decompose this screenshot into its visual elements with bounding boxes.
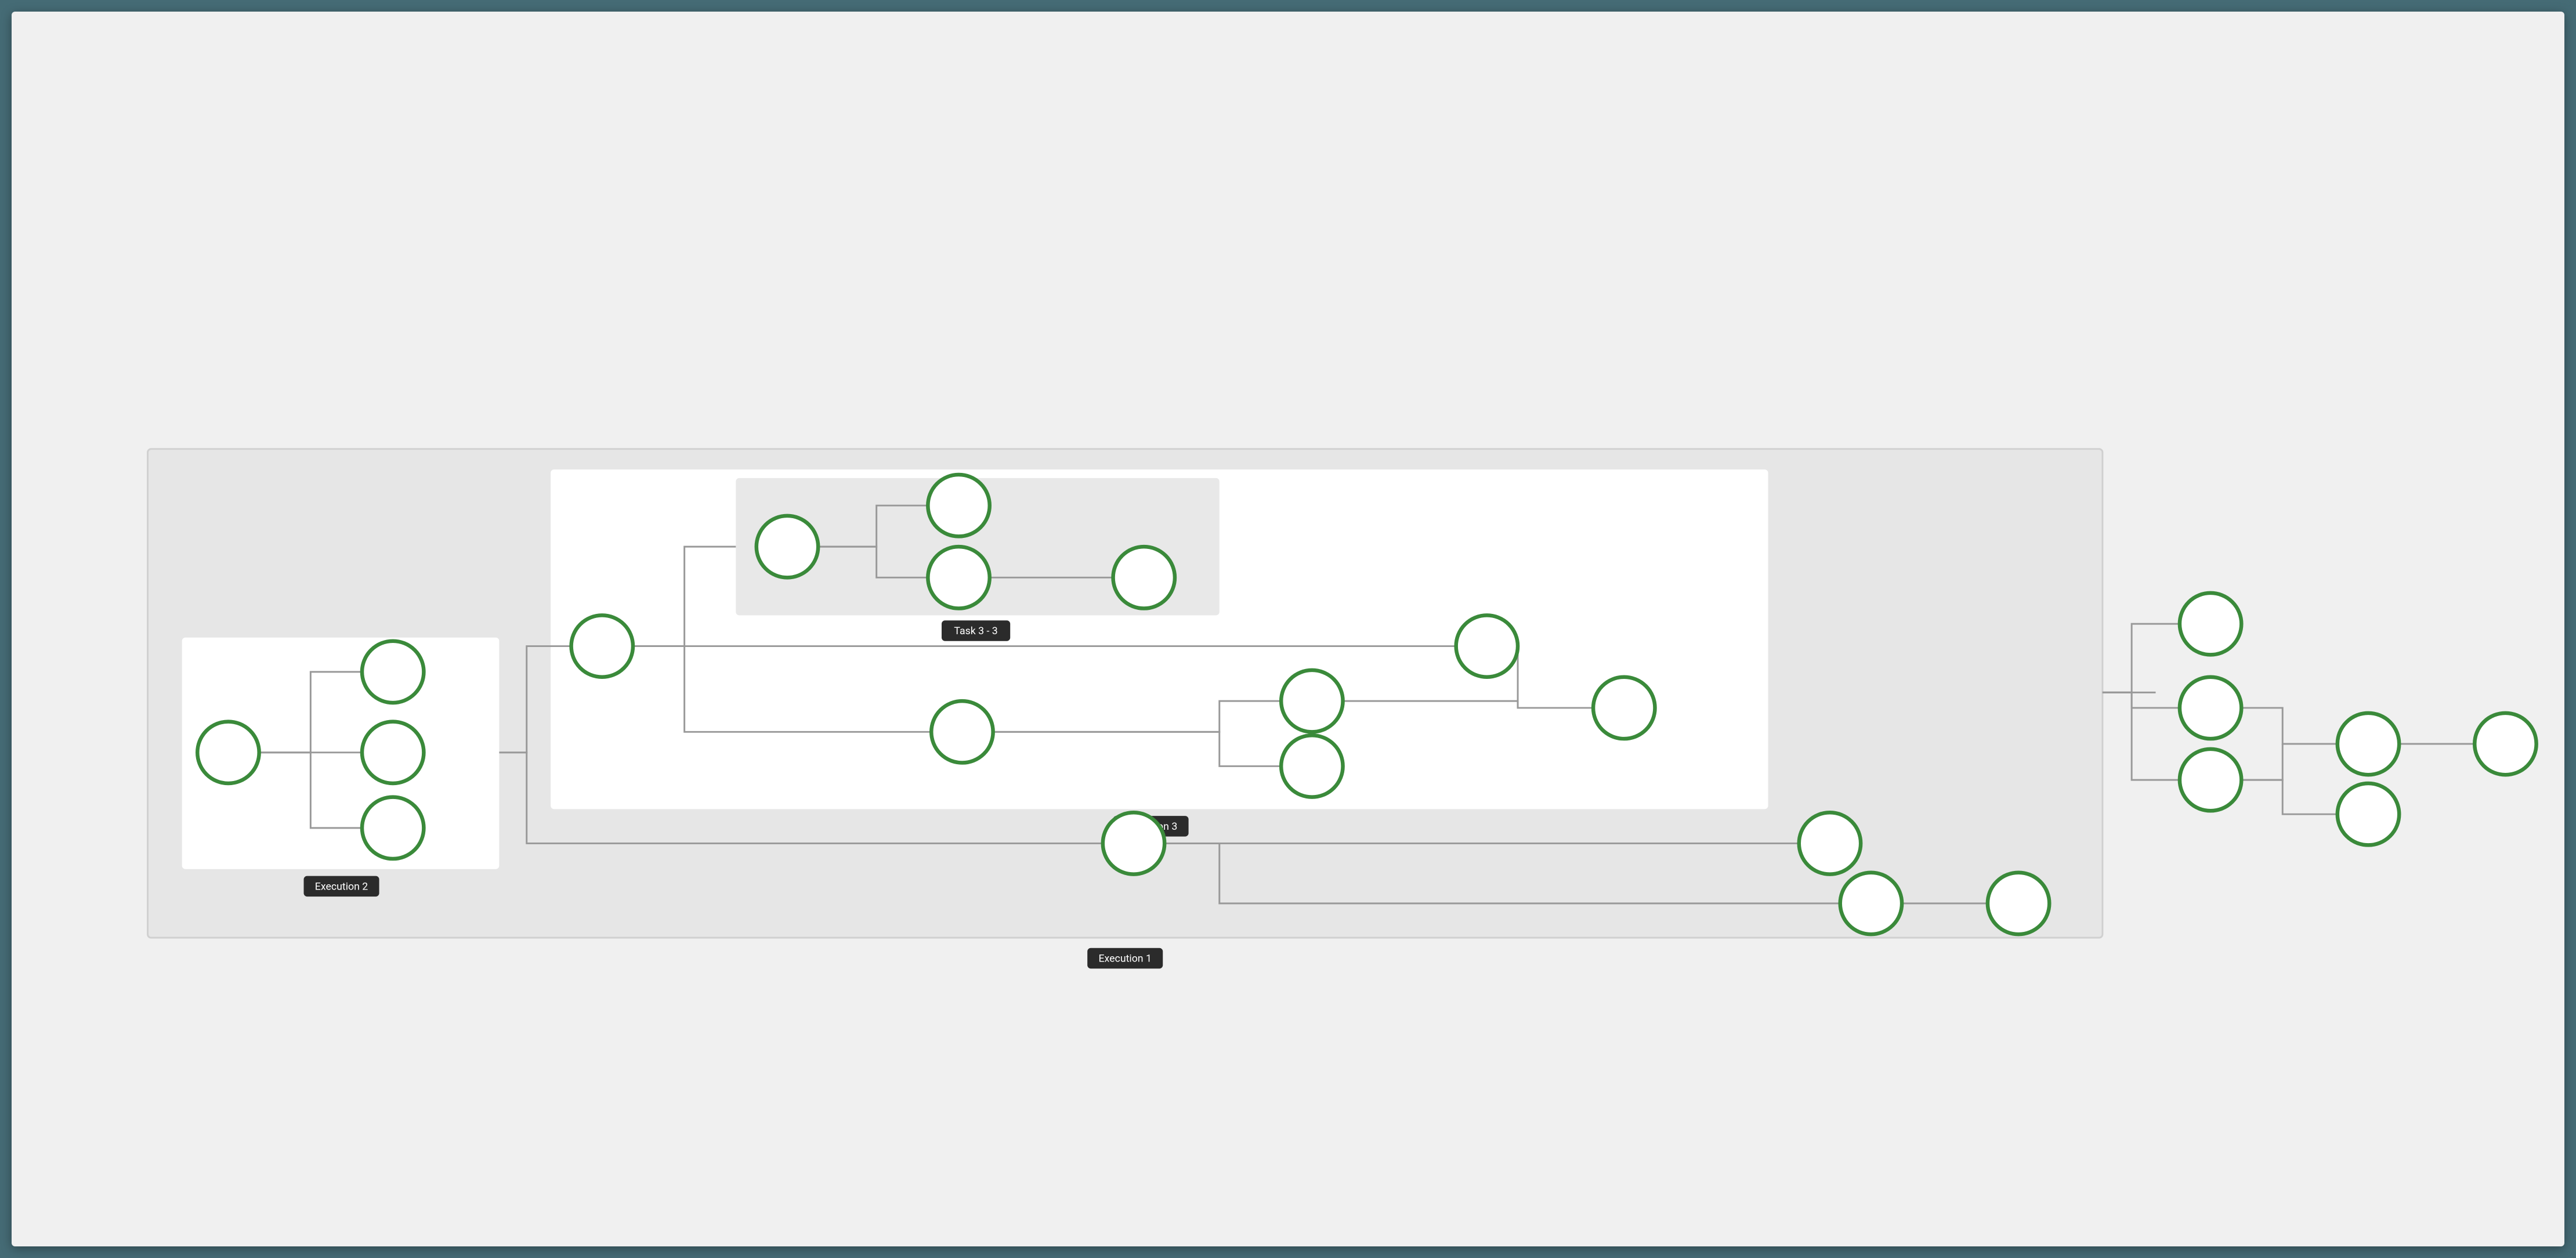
node-e3-root[interactable] (571, 615, 633, 677)
node-e3-out[interactable] (1593, 677, 1655, 739)
node-out-e[interactable] (2474, 713, 2536, 775)
node-out-b[interactable] (2180, 677, 2241, 739)
workflow-diagram[interactable]: Execution 1 Execution 2 Execution 3 Ta (12, 12, 2564, 1246)
node-out-d[interactable] (2338, 713, 2399, 775)
node-e2-b[interactable] (362, 722, 424, 783)
svg-text:Execution 2: Execution 2 (315, 881, 368, 892)
label-execution1: Execution 1 (1087, 948, 1163, 968)
label-execution2: Execution 2 (304, 876, 379, 896)
node-t33-root[interactable] (757, 516, 818, 577)
node-e1-low-b[interactable] (1840, 873, 1902, 934)
node-e1-low-root[interactable] (1103, 812, 1164, 874)
node-e2-root[interactable] (197, 722, 259, 783)
svg-text:Execution 1: Execution 1 (1098, 953, 1151, 965)
node-out-d2[interactable] (2338, 783, 2399, 845)
node-e3-mid[interactable] (931, 701, 993, 762)
node-e2-c[interactable] (362, 797, 424, 859)
node-e3-p2[interactable] (1281, 735, 1343, 797)
node-t33-b[interactable] (928, 547, 989, 608)
node-t33-a[interactable] (928, 475, 989, 536)
node-e3-p1[interactable] (1281, 670, 1343, 732)
node-out-c[interactable] (2180, 749, 2241, 811)
diagram-stage[interactable]: Execution 1 Execution 2 Execution 3 Ta (12, 12, 2564, 1246)
node-e1-low-a[interactable] (1799, 812, 1861, 874)
label-task33: Task 3 - 3 (942, 620, 1010, 641)
node-t33-c[interactable] (1113, 547, 1175, 608)
node-out-a[interactable] (2180, 593, 2241, 655)
node-e2-a[interactable] (362, 641, 424, 703)
svg-text:Task 3 - 3: Task 3 - 3 (954, 626, 997, 637)
node-e1-low-c[interactable] (1988, 873, 2049, 934)
node-e3-q[interactable] (1456, 615, 1518, 677)
